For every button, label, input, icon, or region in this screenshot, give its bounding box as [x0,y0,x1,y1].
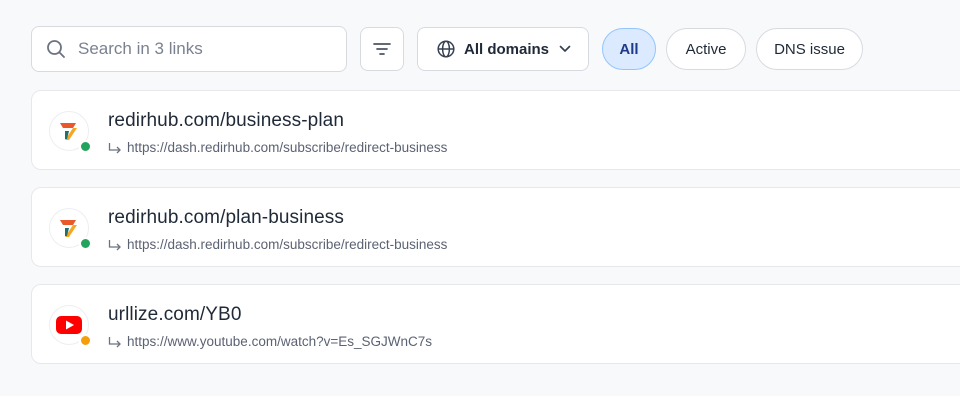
redirect-arrow-icon [108,142,122,154]
tab-dns-issue[interactable]: DNS issue [756,28,863,70]
tab-active[interactable]: Active [666,28,746,70]
domain-filter-label: All domains [464,40,550,58]
link-card[interactable]: redirhub.com/plan-business https://dash.… [31,187,960,267]
short-url[interactable]: redirhub.com/business-plan [108,110,344,132]
destination-row: https://dash.redirhub.com/subscribe/redi… [108,140,447,155]
link-card[interactable]: redirhub.com/business-plan https://dash.… [31,90,960,170]
filter-button[interactable] [360,27,404,71]
link-toolbar: All domains All Active DNS issue [31,26,863,72]
short-url[interactable]: redirhub.com/plan-business [108,207,344,229]
search-input[interactable] [78,39,328,59]
status-dot [79,237,92,250]
search-box[interactable] [31,26,347,72]
destination-url[interactable]: https://dash.redirhub.com/subscribe/redi… [127,140,447,155]
destination-row: https://dash.redirhub.com/subscribe/redi… [108,237,447,252]
tab-active-label: Active [685,40,727,58]
globe-icon [437,40,455,58]
destination-url[interactable]: https://www.youtube.com/watch?v=Es_SGJWn… [127,334,432,349]
tab-all[interactable]: All [602,28,656,70]
tab-all-label: All [619,40,639,58]
short-url[interactable]: urllize.com/YB0 [108,304,242,326]
filter-lines-icon [373,42,391,56]
domain-filter-dropdown[interactable]: All domains [417,27,589,71]
link-card[interactable]: urllize.com/YB0 https://www.youtube.com/… [31,284,960,364]
status-dot [79,140,92,153]
destination-row: https://www.youtube.com/watch?v=Es_SGJWn… [108,334,432,349]
tab-dns-issue-label: DNS issue [774,40,845,58]
search-icon [46,39,66,59]
chevron-down-icon [559,45,571,53]
redirect-arrow-icon [108,239,122,251]
redirect-arrow-icon [108,336,122,348]
status-dot [79,334,92,347]
destination-url[interactable]: https://dash.redirhub.com/subscribe/redi… [127,237,447,252]
